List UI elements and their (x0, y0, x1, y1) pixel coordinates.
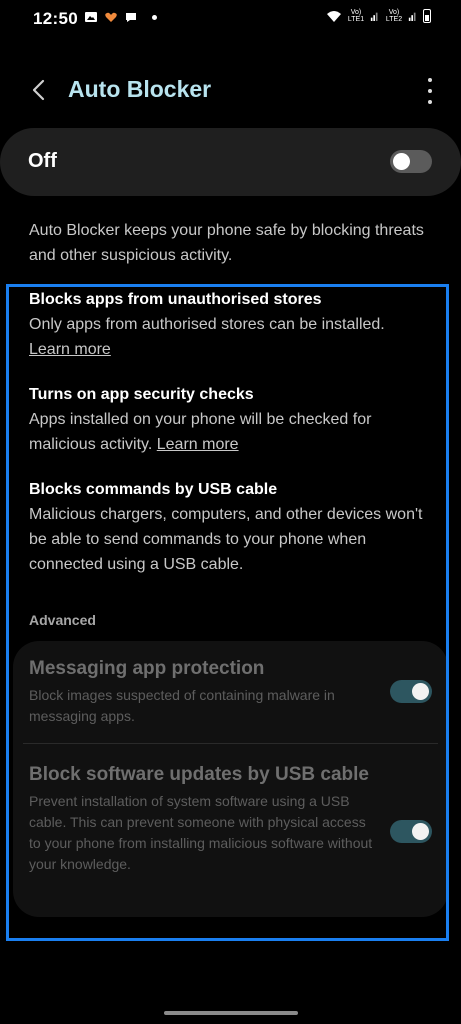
more-options-button[interactable] (425, 78, 435, 104)
setting-subtitle: Prevent installation of system software … (29, 793, 373, 872)
advanced-section-header: Advanced (29, 612, 96, 628)
master-toggle-label: Off (28, 150, 57, 172)
master-toggle-switch[interactable] (390, 150, 432, 173)
block-usb-updates-item[interactable]: Block software updates by USB cable Prev… (29, 761, 374, 875)
feature-usb-commands: Blocks commands by USB cable Malicious c… (29, 479, 434, 577)
master-toggle-card[interactable]: Off (0, 128, 461, 196)
feature-desc: Malicious chargers, computers, and other… (29, 506, 423, 573)
page-title: Auto Blocker (68, 76, 212, 102)
network-2-label: Vo) LTE2 (385, 9, 403, 23)
feature-security-checks: Turns on app security checks Apps instal… (29, 384, 434, 457)
learn-more-link[interactable]: Learn more (157, 436, 239, 453)
gallery-icon (85, 12, 97, 22)
feature-title: Blocks apps from unauthorised stores (29, 291, 322, 308)
feature-title: Turns on app security checks (29, 386, 254, 403)
wifi-icon (327, 11, 341, 22)
switch-knob (412, 823, 429, 840)
feature-description: Auto Blocker keeps your phone safe by bl… (29, 222, 424, 264)
back-button[interactable] (24, 74, 56, 106)
network-1-label: Vo) LTE1 (347, 9, 365, 23)
battery-icon (423, 9, 431, 23)
feature-desc-text: Only apps from authorised stores can be … (29, 316, 385, 333)
feature-unauthorised-stores: Blocks apps from unauthorised stores Onl… (29, 289, 434, 362)
setting-title: Block software updates by USB cable (29, 764, 369, 785)
feature-title: Blocks commands by USB cable (29, 481, 278, 498)
status-bar: 12:50 Vo) LTE1 Vo) LTE2 (0, 0, 461, 38)
signal-icon (370, 12, 378, 21)
status-time: 12:50 (33, 9, 78, 28)
feature-desc: Apps installed on your phone will be che… (29, 407, 434, 457)
switch-knob (412, 683, 429, 700)
notification-icons (84, 10, 157, 24)
system-icons: Vo) LTE1 Vo) LTE2 (326, 9, 431, 23)
feature-desc: Only apps from authorised stores can be … (29, 312, 434, 362)
dot-icon (152, 14, 157, 20)
hearts-icon (105, 12, 117, 22)
more-vert-icon (428, 78, 432, 82)
advanced-settings-card: Messaging app protection Block images su… (13, 641, 448, 917)
chevron-left-icon (32, 79, 45, 101)
app-bar: Auto Blocker (0, 60, 461, 120)
divider (23, 743, 438, 744)
messaging-protection-item[interactable]: Messaging app protection Block images su… (29, 655, 369, 727)
setting-subtitle: Block images suspected of containing mal… (29, 687, 335, 724)
learn-more-link[interactable]: Learn more (29, 341, 111, 358)
switch-knob (393, 153, 410, 170)
chat-icon (126, 13, 136, 22)
gesture-nav-handle[interactable] (164, 1011, 298, 1015)
block-usb-updates-switch[interactable] (390, 820, 432, 843)
signal-icon (408, 12, 416, 21)
messaging-protection-switch[interactable] (390, 680, 432, 703)
setting-title: Messaging app protection (29, 658, 265, 679)
